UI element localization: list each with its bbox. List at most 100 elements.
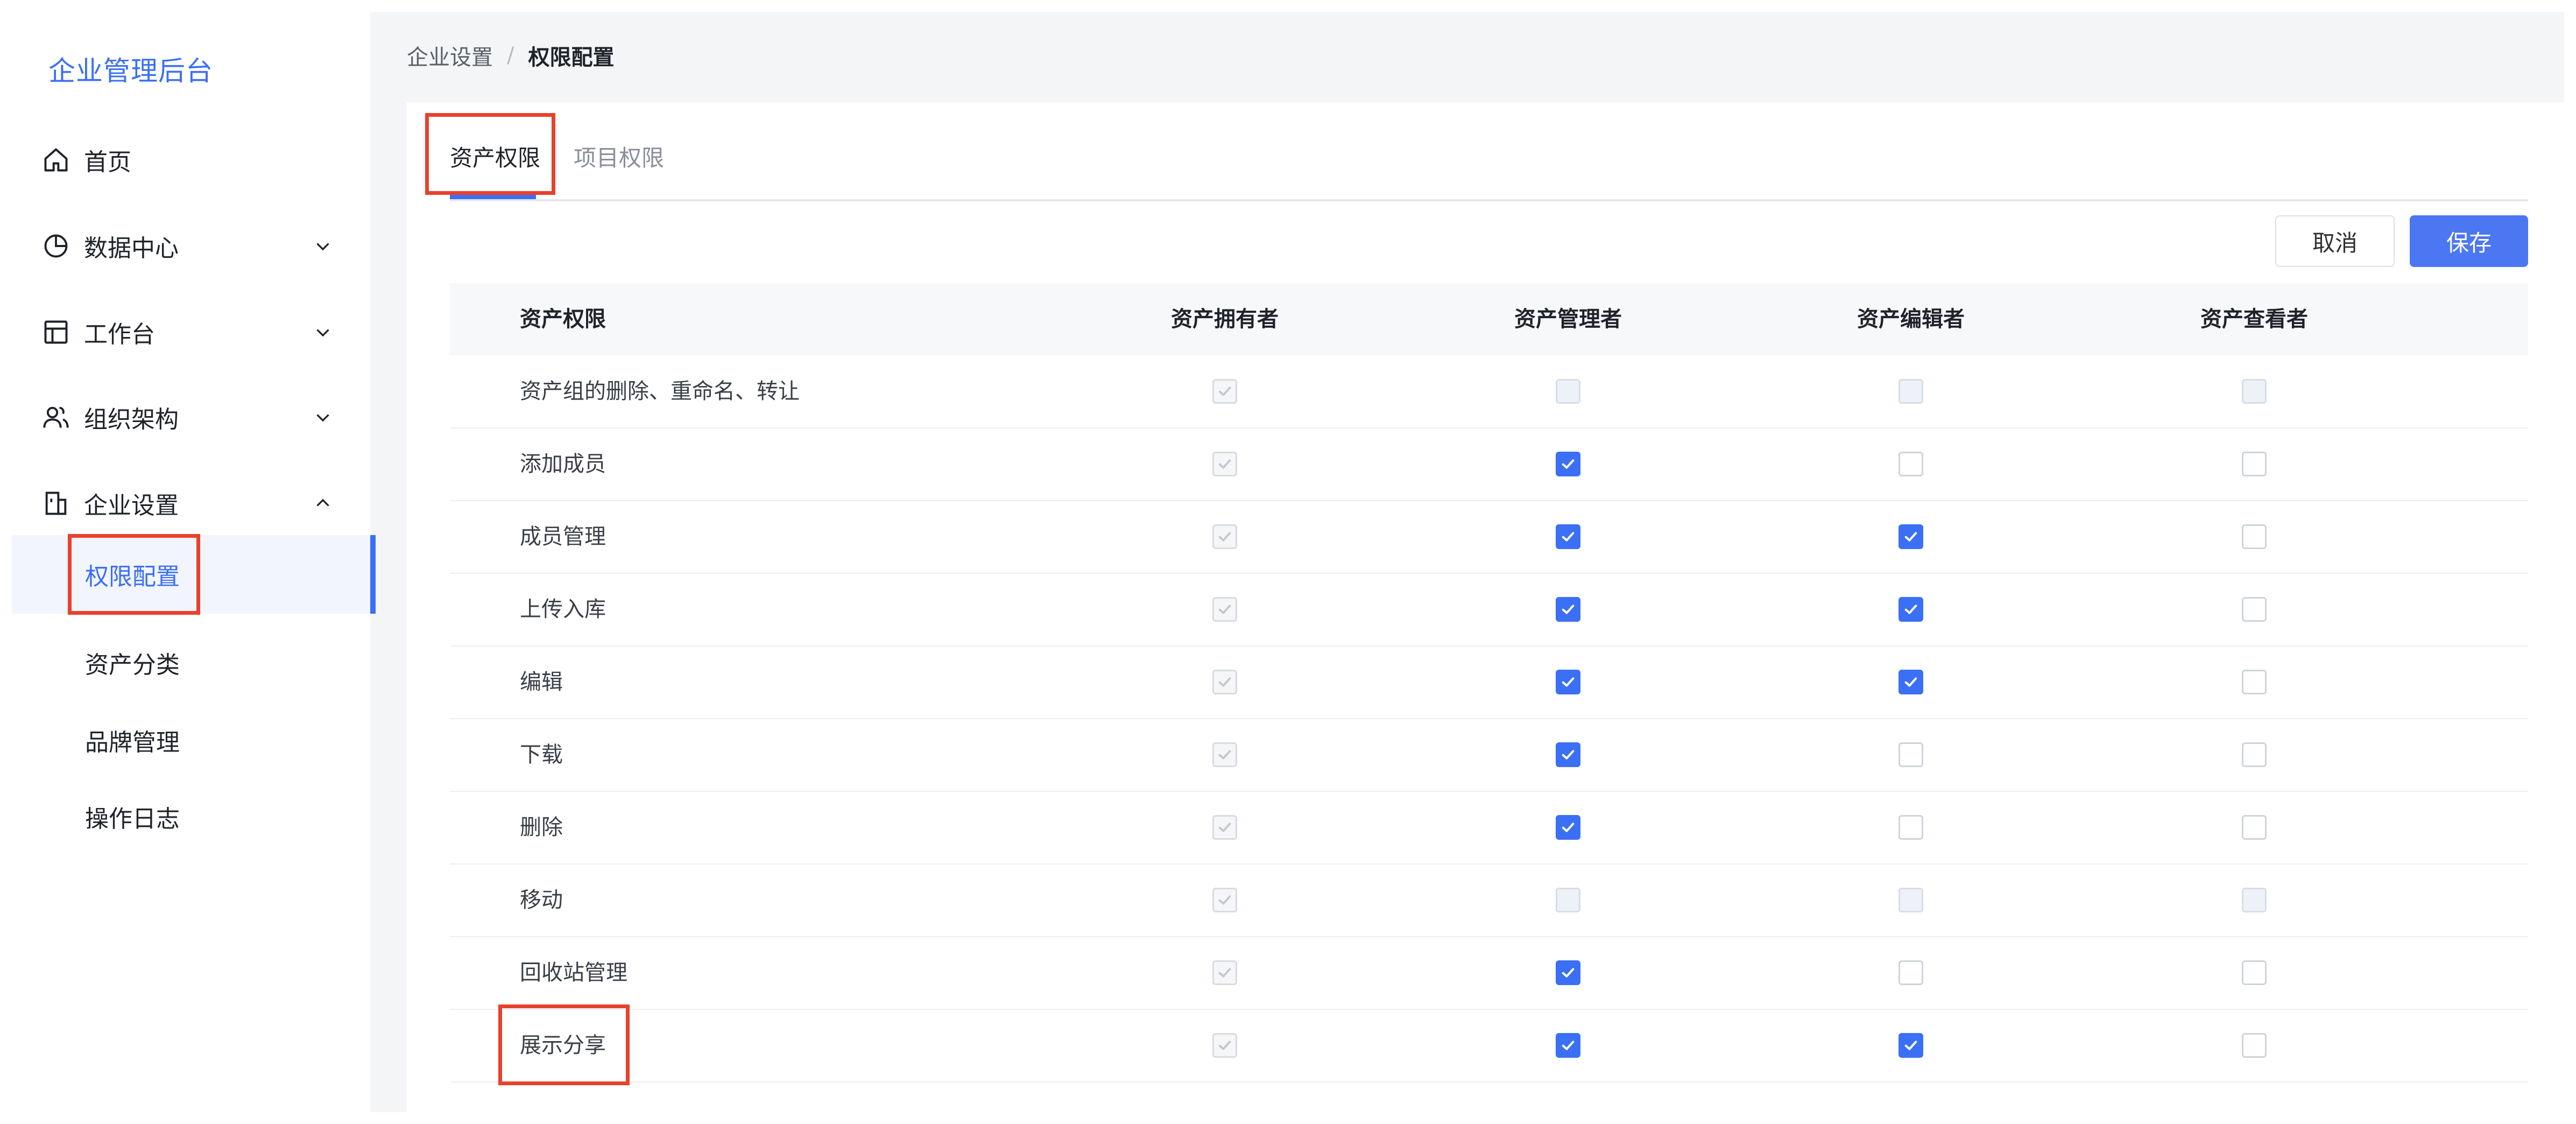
layout-icon — [42, 318, 70, 346]
permission-checkbox — [1212, 742, 1237, 767]
column-header: 资产编辑者 — [1857, 307, 1965, 332]
permission-checkbox[interactable] — [2242, 815, 2267, 840]
permission-checkbox — [1212, 888, 1237, 912]
chevron-down-icon — [313, 408, 333, 427]
permission-checkbox[interactable] — [1556, 670, 1580, 694]
table-row: 展示分享 — [450, 1009, 2528, 1083]
permission-checkbox[interactable] — [2242, 1033, 2267, 1058]
sidebar-subitem-label: 品牌管理 — [85, 729, 180, 756]
permission-checkbox — [1212, 379, 1237, 404]
permission-checkbox — [1899, 379, 1923, 404]
permission-checkbox — [1899, 888, 1923, 912]
permission-checkbox[interactable] — [2242, 452, 2267, 476]
table-row: 编辑 — [450, 646, 2528, 719]
tab-active-underline — [450, 195, 536, 199]
permission-checkbox[interactable] — [1556, 524, 1580, 549]
column-header: 资产拥有者 — [1171, 307, 1279, 332]
permission-checkbox — [2242, 379, 2267, 404]
sidebar-subitem-brand-management[interactable]: 品牌管理 — [12, 701, 370, 779]
sidebar-subitem-label: 操作日志 — [85, 805, 180, 833]
sidebar-item-organization[interactable]: 组织架构 — [12, 388, 370, 447]
permission-label: 编辑 — [520, 670, 563, 694]
table-row: 成员管理 — [450, 501, 2528, 574]
permission-checkbox[interactable] — [1556, 597, 1580, 622]
permission-checkbox — [1556, 888, 1580, 912]
sidebar-item-label: 组织架构 — [84, 406, 179, 433]
highlight-box — [68, 534, 200, 615]
permission-checkbox[interactable] — [2242, 597, 2267, 622]
permission-checkbox[interactable] — [1899, 452, 1923, 476]
permission-checkbox[interactable] — [1899, 742, 1923, 767]
permission-label: 上传入库 — [520, 597, 606, 622]
permission-checkbox[interactable] — [1556, 960, 1580, 985]
permission-checkbox — [1212, 815, 1237, 840]
sidebar-item-label: 工作台 — [84, 321, 155, 348]
permission-checkbox[interactable] — [1899, 597, 1923, 622]
chevron-up-icon — [313, 494, 333, 513]
permission-checkbox — [1556, 379, 1580, 404]
sidebar-item-workbench[interactable]: 工作台 — [12, 303, 370, 362]
column-header: 资产管理者 — [1514, 307, 1622, 332]
table-row: 资产组的删除、重命名、转让 — [450, 355, 2528, 428]
sidebar-item-label: 企业设置 — [84, 492, 179, 519]
permission-checkbox[interactable] — [1899, 960, 1923, 985]
permission-label: 删除 — [520, 815, 563, 840]
permission-checkbox[interactable] — [1556, 742, 1580, 767]
permission-label: 添加成员 — [520, 452, 606, 476]
permission-label: 下载 — [520, 742, 563, 767]
permission-checkbox — [1212, 597, 1237, 622]
permission-checkbox[interactable] — [2242, 524, 2267, 549]
sidebar-item-data-center[interactable]: 数据中心 — [12, 216, 370, 276]
permission-checkbox[interactable] — [2242, 960, 2267, 985]
table-row: 移动 — [450, 864, 2528, 937]
permission-label: 回收站管理 — [520, 960, 627, 985]
table-row: 删除 — [450, 791, 2528, 865]
users-icon — [42, 403, 70, 431]
permission-label: 资产组的删除、重命名、转让 — [520, 379, 800, 404]
breadcrumb-current: 权限配置 — [528, 45, 615, 70]
permission-checkbox[interactable] — [1899, 524, 1923, 549]
active-indicator — [370, 535, 376, 614]
column-header: 资产查看者 — [2200, 307, 2308, 332]
tab-bar: 资产权限 项目权限 — [450, 124, 2528, 201]
app-title: 企业管理后台 — [48, 55, 213, 87]
sidebar-item-enterprise-settings[interactable]: 企业设置 — [12, 474, 370, 533]
permission-checkbox — [1212, 1033, 1237, 1058]
permission-checkbox[interactable] — [1899, 815, 1923, 840]
sidebar-subitem-label: 资产分类 — [85, 651, 180, 679]
permission-checkbox[interactable] — [1556, 1033, 1580, 1058]
sidebar-subitem-asset-category[interactable]: 资产分类 — [12, 623, 370, 702]
column-header: 资产权限 — [520, 307, 606, 332]
chevron-down-icon — [313, 322, 333, 342]
permission-checkbox — [1212, 452, 1237, 476]
table-header: 资产权限 资产拥有者 资产管理者 资产编辑者 资产查看者 — [450, 283, 2528, 355]
table-row: 下载 — [450, 719, 2528, 792]
permission-checkbox[interactable] — [1556, 452, 1580, 476]
breadcrumb: 企业设置 / 权限配置 — [407, 40, 614, 71]
permission-checkbox[interactable] — [1899, 670, 1923, 694]
table-row: 上传入库 — [450, 573, 2528, 647]
home-icon — [42, 146, 70, 174]
permission-label: 成员管理 — [520, 524, 606, 549]
breadcrumb-item[interactable]: 企业设置 — [407, 40, 493, 71]
table-row: 回收站管理 — [450, 937, 2528, 1010]
chevron-down-icon — [313, 236, 333, 256]
permission-checkbox[interactable] — [1556, 815, 1580, 840]
sidebar-item-home[interactable]: 首页 — [12, 130, 370, 189]
permission-checkbox[interactable] — [2242, 742, 2267, 767]
permission-checkbox — [1212, 960, 1237, 985]
permission-checkbox[interactable] — [2242, 670, 2267, 694]
sidebar-subitem-operation-log[interactable]: 操作日志 — [12, 777, 370, 856]
permission-checkbox — [2242, 888, 2267, 912]
permission-checkbox[interactable] — [1899, 1033, 1923, 1058]
tab-project-permission[interactable]: 项目权限 — [574, 140, 664, 173]
save-button[interactable]: 保存 — [2410, 215, 2528, 267]
sidebar-item-label: 首页 — [84, 149, 131, 176]
table-row: 添加成员 — [450, 428, 2528, 501]
building-icon — [42, 489, 70, 517]
highlight-box — [498, 1004, 630, 1085]
cancel-button[interactable]: 取消 — [2275, 215, 2395, 267]
breadcrumb-separator: / — [507, 43, 514, 68]
permission-label: 移动 — [520, 888, 563, 912]
highlight-box — [425, 113, 555, 195]
